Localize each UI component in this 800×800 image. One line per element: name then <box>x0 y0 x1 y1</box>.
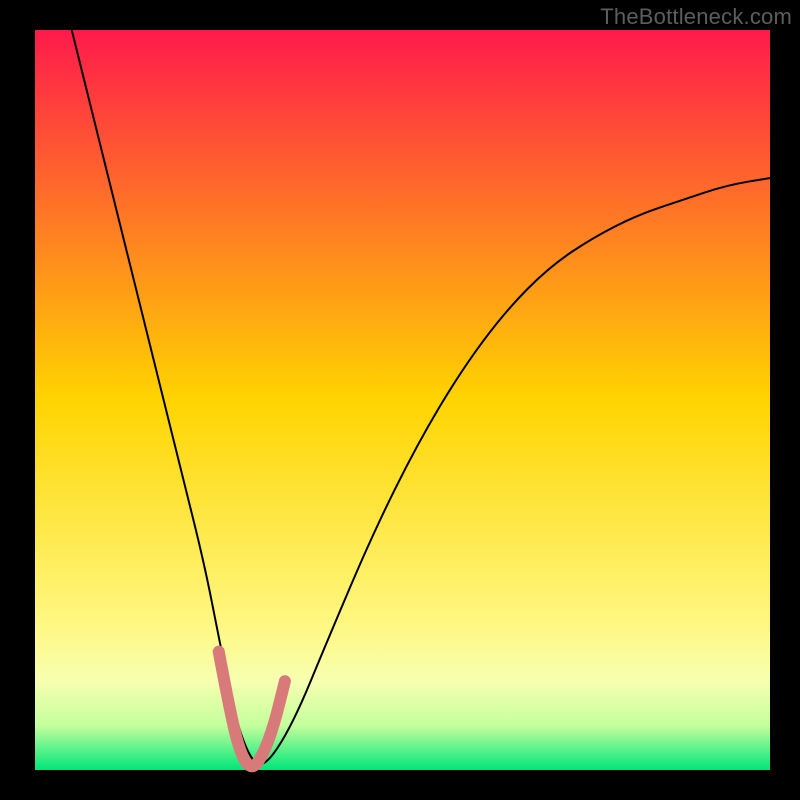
chart-container: TheBottleneck.com <box>0 0 800 800</box>
plot-background <box>35 30 770 770</box>
watermark-text: TheBottleneck.com <box>600 4 792 30</box>
bottleneck-chart <box>0 0 800 800</box>
